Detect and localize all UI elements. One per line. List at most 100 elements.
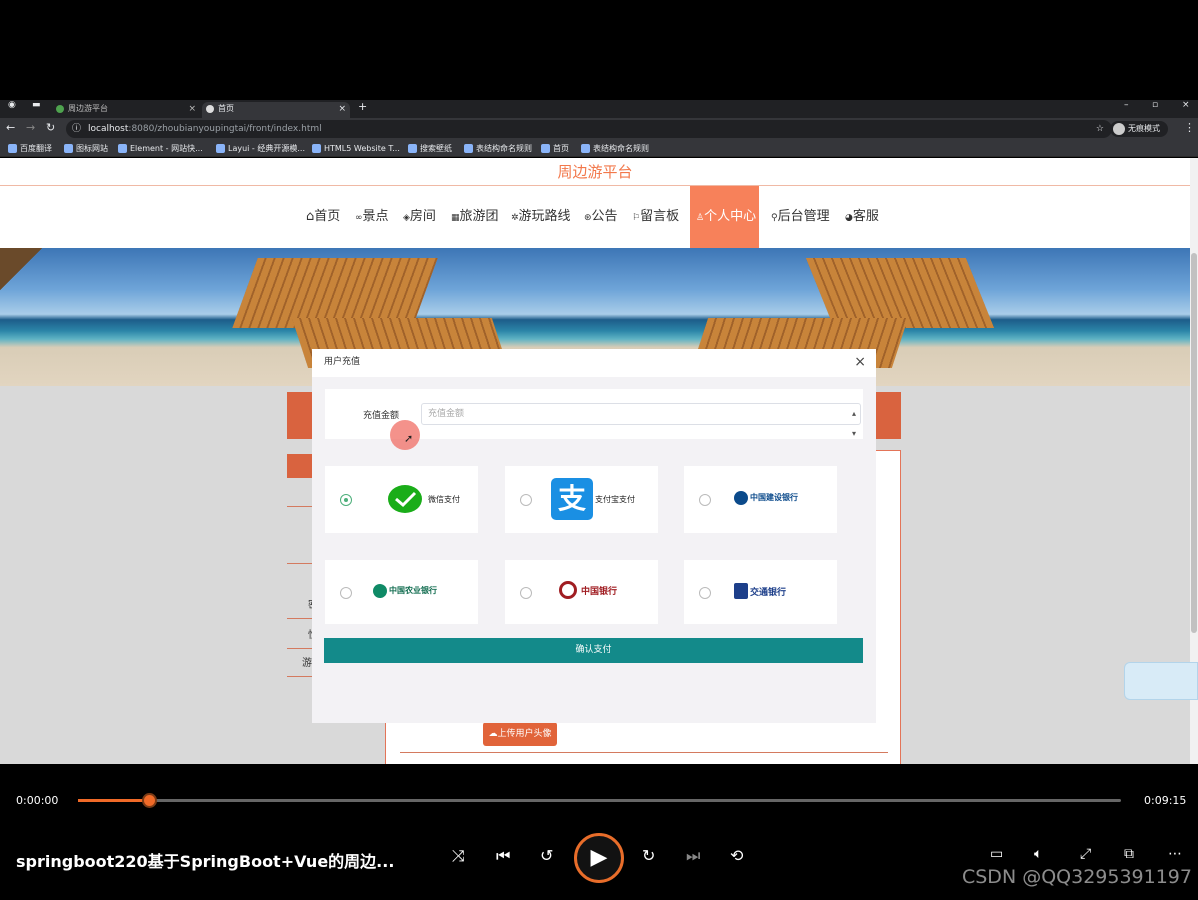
floating-service-widget[interactable] bbox=[1124, 662, 1198, 700]
nav-item-message-board[interactable]: ⚐留言板 bbox=[632, 186, 679, 248]
close-icon[interactable]: × bbox=[854, 352, 866, 372]
divider bbox=[400, 752, 888, 753]
bookmark-star-icon[interactable]: ☆ bbox=[1096, 120, 1104, 138]
sidebar-label: 游 bbox=[302, 658, 312, 669]
abc-logo-icon bbox=[373, 584, 387, 598]
video-player-controls: 0:00:00 0:09:15 springboot220基于SpringBoo… bbox=[0, 764, 1198, 900]
nav-label: 客服 bbox=[852, 209, 879, 224]
site-info-icon[interactable]: ⓘ bbox=[72, 120, 81, 138]
bank-name: 中国建设银行 bbox=[750, 493, 798, 502]
scrollbar-thumb[interactable] bbox=[1191, 253, 1197, 633]
confirm-payment-button[interactable]: 确认支付 bbox=[324, 638, 863, 663]
nav-item-personal-center[interactable]: ♙个人中心 bbox=[690, 186, 759, 248]
nav-item-customer-service[interactable]: ◕客服 bbox=[845, 186, 879, 248]
bookmark-item[interactable]: Layui - 经典开源模... bbox=[216, 142, 305, 155]
forward-icon[interactable]: → bbox=[26, 121, 35, 134]
new-tab-icon[interactable]: + bbox=[358, 100, 367, 113]
bookmark-item[interactable]: 首页 bbox=[541, 142, 569, 155]
browser-tab-strip: ◉ ▬ 周边游平台 × 首页 × + – ▫ × bbox=[0, 100, 1198, 118]
main-nav: ⌂首页 ∞景点 ◈房间 ▦旅游团 ✲游玩路线 ⊛公告 ⚐留言板 ♙个人中心 ⚲后… bbox=[0, 186, 1190, 248]
amount-placeholder: 充值金额 bbox=[428, 409, 465, 419]
forward-30-icon[interactable]: ↻ bbox=[642, 846, 655, 865]
maximize-icon[interactable]: ▫ bbox=[1152, 100, 1158, 110]
incognito-profile[interactable]: 无痕模式 bbox=[1110, 121, 1168, 137]
nav-label: 后台管理 bbox=[777, 209, 830, 224]
payment-option-bocom[interactable]: 交通银行 bbox=[684, 560, 837, 624]
bookmark-item[interactable]: 图标网站 bbox=[64, 142, 108, 155]
close-tab-icon[interactable]: × bbox=[338, 102, 346, 116]
bank-name: 交通银行 bbox=[750, 588, 787, 598]
close-tab-icon[interactable]: × bbox=[188, 102, 196, 116]
bookmark-item[interactable]: 表结构命名规则 bbox=[464, 142, 532, 155]
next-icon[interactable]: ⏭ bbox=[686, 846, 700, 866]
tab-zhoubianyou[interactable]: 周边游平台 × bbox=[52, 102, 200, 118]
vue-favicon-icon bbox=[56, 105, 64, 113]
palm-tree bbox=[0, 248, 120, 338]
nav-label: 个人中心 bbox=[704, 209, 757, 224]
amount-label: 充值金额 bbox=[363, 411, 400, 421]
repeat-off-icon[interactable]: ⟲ bbox=[730, 846, 743, 865]
bookmark-item[interactable]: HTML5 Website T... bbox=[312, 142, 400, 155]
url-host: localhost bbox=[88, 124, 129, 134]
payment-option-boc[interactable]: 中国银行 bbox=[505, 560, 658, 624]
bookmark-item[interactable]: Element - 网站快... bbox=[118, 142, 203, 155]
payment-option-abc[interactable]: 中国农业银行 bbox=[325, 560, 478, 624]
nav-label: 房间 bbox=[409, 209, 436, 224]
browser-more-icon[interactable]: ⋮ bbox=[1184, 121, 1195, 134]
browser-menu-icon[interactable]: ◉ bbox=[8, 100, 16, 110]
payment-option-ccb[interactable]: 中国建设银行 bbox=[684, 466, 837, 533]
mouse-cursor-icon: ➚ bbox=[404, 432, 414, 445]
radio-button[interactable] bbox=[340, 587, 352, 599]
nav-item-notices[interactable]: ⊛公告 bbox=[584, 186, 618, 248]
stepper-icon[interactable]: ▴ ▾ bbox=[852, 404, 856, 444]
radio-button[interactable] bbox=[699, 494, 711, 506]
shuffle-icon[interactable]: ⤨ bbox=[452, 846, 465, 866]
bookmarks-bar: 百度翻译 图标网站 Element - 网站快... Layui - 经典开源模… bbox=[0, 140, 1198, 157]
dialog-title: 用户充值 bbox=[324, 357, 361, 367]
amount-input[interactable]: 充值金额 ▴ ▾ bbox=[421, 403, 861, 438]
nav-item-rooms[interactable]: ◈房间 bbox=[403, 186, 436, 248]
payment-option-alipay[interactable]: 支 支付宝支付 bbox=[505, 466, 658, 533]
play-icon: ▶ bbox=[590, 845, 608, 870]
bookmark-item[interactable]: 搜索壁纸 bbox=[408, 142, 452, 155]
reload-icon[interactable]: ↻ bbox=[46, 121, 55, 134]
radio-button[interactable] bbox=[520, 587, 532, 599]
nav-item-routes[interactable]: ✲游玩路线 bbox=[511, 186, 571, 248]
rewind-10-icon[interactable]: ↺ bbox=[540, 846, 553, 865]
nav-item-tour-group[interactable]: ▦旅游团 bbox=[451, 186, 499, 248]
chat-icon: ◕ bbox=[845, 213, 853, 223]
tab-home[interactable]: 首页 × bbox=[202, 102, 350, 118]
tab-title: 首页 bbox=[218, 104, 234, 113]
current-time: 0:00:00 bbox=[16, 794, 59, 807]
boc-logo-icon bbox=[559, 581, 577, 599]
site-title: 周边游平台 bbox=[0, 158, 1190, 186]
minimize-icon[interactable]: – bbox=[1124, 100, 1129, 110]
seek-bar[interactable] bbox=[78, 793, 1121, 808]
nav-label: 游玩路线 bbox=[518, 209, 571, 224]
payment-option-wechat[interactable]: 微信支付 bbox=[325, 466, 478, 533]
radio-button[interactable] bbox=[520, 494, 532, 506]
total-time: 0:09:15 bbox=[1144, 794, 1187, 807]
fullscreen-icon[interactable]: ⤢ bbox=[1080, 846, 1091, 862]
mini-player-icon[interactable]: ⧉ bbox=[1124, 846, 1134, 862]
bookmark-item[interactable]: 百度翻译 bbox=[8, 142, 52, 155]
seek-handle[interactable] bbox=[141, 793, 157, 808]
previous-icon[interactable]: ⏮ bbox=[496, 846, 510, 866]
subtitles-icon[interactable]: ▭ bbox=[990, 846, 1003, 862]
nav-item-attractions[interactable]: ∞景点 bbox=[355, 186, 389, 248]
window-close-icon[interactable]: × bbox=[1182, 100, 1190, 110]
upload-avatar-button[interactable]: ☁上传用户头像 bbox=[483, 722, 557, 746]
radio-button[interactable] bbox=[699, 587, 711, 599]
radio-button[interactable] bbox=[340, 494, 352, 506]
bookmark-item[interactable]: 表结构命名规则 bbox=[581, 142, 649, 155]
tab-search-icon[interactable]: ▬ bbox=[32, 100, 41, 110]
back-icon[interactable]: ← bbox=[6, 121, 15, 134]
payment-option-label: 支付宝支付 bbox=[595, 495, 635, 504]
binoculars-icon: ∞ bbox=[355, 213, 363, 223]
play-button[interactable]: ▶ bbox=[574, 833, 624, 883]
nav-item-admin[interactable]: ⚲后台管理 bbox=[771, 186, 830, 248]
more-options-icon[interactable]: ⋯ bbox=[1168, 846, 1182, 862]
nav-item-home[interactable]: ⌂首页 bbox=[306, 186, 340, 248]
volume-icon[interactable]: 🔈︎ bbox=[1034, 846, 1042, 862]
url-input[interactable]: ⓘ localhost:8080/zhoubianyoupingtai/fron… bbox=[66, 120, 1112, 138]
